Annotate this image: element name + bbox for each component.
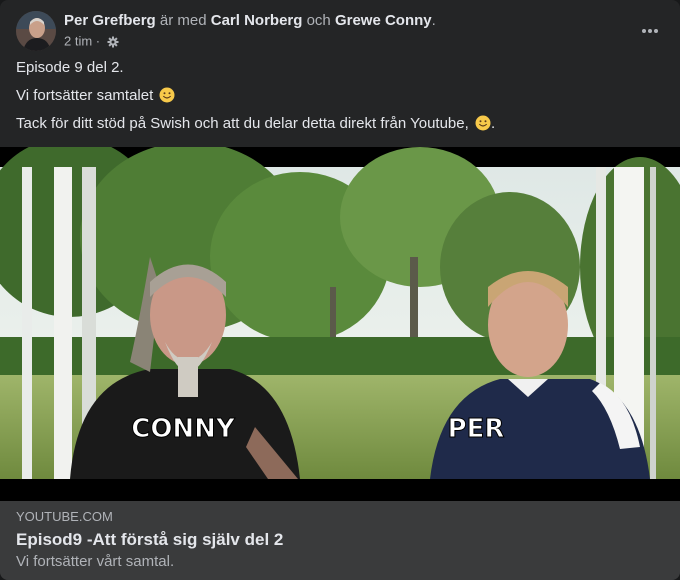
with-text: är med (159, 12, 207, 29)
facebook-post: Per Grefberg är med Carl Norberg och Gre… (0, 0, 680, 580)
gear-icon[interactable] (107, 36, 119, 48)
post-meta: 2 tim · (64, 33, 119, 50)
meta-separator: · (95, 33, 101, 49)
post-line-2: Vi fortsätter samtalet (16, 86, 664, 106)
video-caption-conny: CONNY (131, 414, 236, 444)
video-frame-image: CONNY PER (0, 147, 680, 501)
post-text: Episode 9 del 2. Vi fortsätter samtalet … (16, 58, 664, 142)
post-line-1: Episode 9 del 2. (16, 59, 124, 76)
link-description: Vi fortsätter vårt samtal. (16, 553, 175, 570)
video-caption-per: PER (448, 414, 505, 444)
link-preview[interactable]: YOUTUBE.COM Episod9 -Att förstå sig själ… (0, 501, 680, 580)
slightly-smiling-face-icon (475, 115, 491, 131)
post-timestamp[interactable]: 2 tim (64, 34, 92, 49)
author-name-link[interactable]: Per Grefberg (64, 12, 156, 29)
post-attribution: Per Grefberg är med Carl Norberg och Gre… (64, 11, 436, 31)
avatar-image (16, 11, 56, 51)
tagged-person-link-2[interactable]: Grewe Conny (335, 12, 432, 29)
more-options-icon[interactable] (636, 17, 664, 45)
slightly-smiling-face-icon (159, 87, 175, 103)
link-domain: YOUTUBE.COM (16, 509, 113, 524)
post-line-3: Tack för ditt stöd på Swish och att du d… (16, 115, 496, 132)
video-thumbnail[interactable]: CONNY PER (0, 147, 680, 501)
and-text: och (306, 12, 331, 29)
attribution-end: . (431, 12, 436, 29)
link-title[interactable]: Episod9 -Att förstå sig själv del 2 (16, 529, 283, 551)
author-avatar[interactable] (16, 11, 56, 51)
tagged-person-link-1[interactable]: Carl Norberg (211, 12, 303, 29)
post-header: Per Grefberg är med Carl Norberg och Gre… (16, 11, 664, 55)
